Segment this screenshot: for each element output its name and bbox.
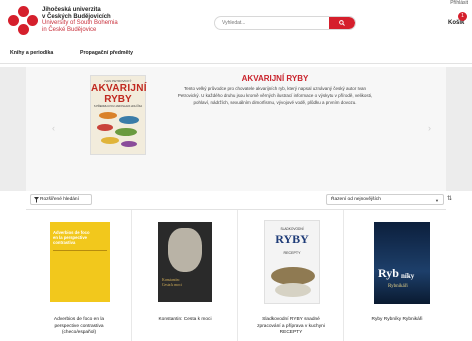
page: Přihlásit Jihočeská univerzita v Českých… xyxy=(0,0,472,341)
product-cover[interactable]: Adverbios de foco en la perspective cont… xyxy=(50,222,110,302)
product-title-line: (checo/español) xyxy=(61,330,97,336)
product-title[interactable]: Adverbios de foco en la perspective cont… xyxy=(30,317,128,337)
fish-illustration xyxy=(97,124,113,131)
search-icon xyxy=(339,20,345,26)
product-cover[interactable]: Ryb níky Rybnikáři xyxy=(374,222,430,304)
cover-text: contrastiva xyxy=(53,240,76,245)
sort-select[interactable]: Řazení od nejnovějších ▼ xyxy=(326,194,444,205)
university-name-cz-2: v Českých Budějovicích xyxy=(42,13,111,20)
fish-illustration xyxy=(99,112,117,119)
product-title-line: Ryby Rybníky Rybnikáři xyxy=(371,317,423,322)
product-card[interactable]: SLADKOVODNÍ RYBY RECEPTY Sladkovodní RYB… xyxy=(238,210,344,341)
cover-text: níky xyxy=(401,272,415,280)
login-link[interactable]: Přihlásit xyxy=(450,0,468,6)
banner-book-cover[interactable]: IVAN PETROVICKÝ AKVARIJNÍ RYBY S PŘEDMLU… xyxy=(90,75,147,155)
main-nav: Knihy a periodika Propagační předměty xyxy=(0,44,472,64)
advanced-search-button[interactable]: Rozšířené hledání xyxy=(30,194,92,205)
product-card[interactable]: Konstantin: Cesta k moci Konstantin: Ces… xyxy=(132,210,238,341)
search-input[interactable] xyxy=(215,17,331,29)
header: Přihlásit Jihočeská univerzita v Českých… xyxy=(0,0,472,44)
banner-cover-title-1: AKVARIJNÍ xyxy=(91,83,147,94)
advanced-search-label: Rozšířené hledání xyxy=(40,197,79,202)
carousel-prev-icon[interactable]: ‹ xyxy=(52,123,55,133)
banner-description: Tento velký průvodce pro chovatele akvar… xyxy=(177,86,373,105)
carousel-next-icon[interactable]: › xyxy=(428,123,431,133)
cart-count-badge: 1 xyxy=(458,12,467,21)
banner-title[interactable]: AKVARIJNÍ RYBY xyxy=(175,74,375,83)
cover-text: RYBY xyxy=(275,232,309,246)
banner-cover-title-2: RYBY xyxy=(104,94,132,105)
search-box xyxy=(214,16,356,30)
cover-text: Rybnikáři xyxy=(388,284,408,289)
university-logo[interactable] xyxy=(8,6,38,36)
plate-illustration xyxy=(275,283,311,297)
cover-text: RECEPTY xyxy=(283,251,301,255)
cover-rule xyxy=(53,250,107,251)
filter-icon xyxy=(34,197,39,203)
nav-item-promo[interactable]: Propagační předměty xyxy=(80,50,133,56)
university-name-en-2: in České Budějovice xyxy=(42,26,97,33)
cover-text: Cesta k moci xyxy=(162,282,182,287)
product-title[interactable]: Sladkovodní RYBY snadné zpracování a pří… xyxy=(242,317,340,337)
fish-illustration xyxy=(119,116,139,124)
product-cover[interactable]: SLADKOVODNÍ RYBY RECEPTY xyxy=(264,220,320,304)
fish-illustration xyxy=(101,137,119,144)
product-title-line: Adverbios de foco en la xyxy=(53,317,105,322)
product-title[interactable]: Konstantin: Cesta k moci xyxy=(136,317,234,324)
fish-illustration xyxy=(121,141,137,147)
banner-cover-subtitle: S PŘEDMLUVOU JAROSLAVA HOLČÍKA xyxy=(93,105,143,108)
sort-direction-icon[interactable]: ⇅ xyxy=(447,195,452,202)
cover-text: Ryb xyxy=(378,266,399,280)
cover-text: SLADKOVODNÍ xyxy=(280,227,304,231)
product-cover[interactable]: Konstantin: Cesta k moci xyxy=(158,222,212,302)
chevron-down-icon: ▼ xyxy=(435,198,439,203)
university-name-cz-1: Jihočeská univerzita xyxy=(42,7,101,13)
product-title-line: RECEPTY xyxy=(279,330,303,336)
product-title-line: Konstantin: Cesta k moci xyxy=(158,317,212,322)
product-card[interactable]: Adverbios de foco en la perspective cont… xyxy=(26,210,132,341)
university-name[interactable]: Jihočeská univerzita v Českých Budějovic… xyxy=(42,7,118,33)
product-title-line: Sladkovodní RYBY snadné xyxy=(262,317,320,322)
sort-select-value: Řazení od nejnovějších xyxy=(331,197,381,202)
search-button[interactable] xyxy=(329,17,355,29)
nav-item-books[interactable]: Knihy a periodika xyxy=(10,50,53,56)
statue-illustration xyxy=(168,228,202,272)
fish-illustration xyxy=(115,128,137,136)
product-card[interactable]: Ryb níky Rybnikáři Ryby Rybníky Rybnikář… xyxy=(344,210,450,341)
product-title[interactable]: Ryby Rybníky Rybnikáři xyxy=(348,317,446,324)
university-name-en-1: University of South Bohemia xyxy=(42,20,118,27)
